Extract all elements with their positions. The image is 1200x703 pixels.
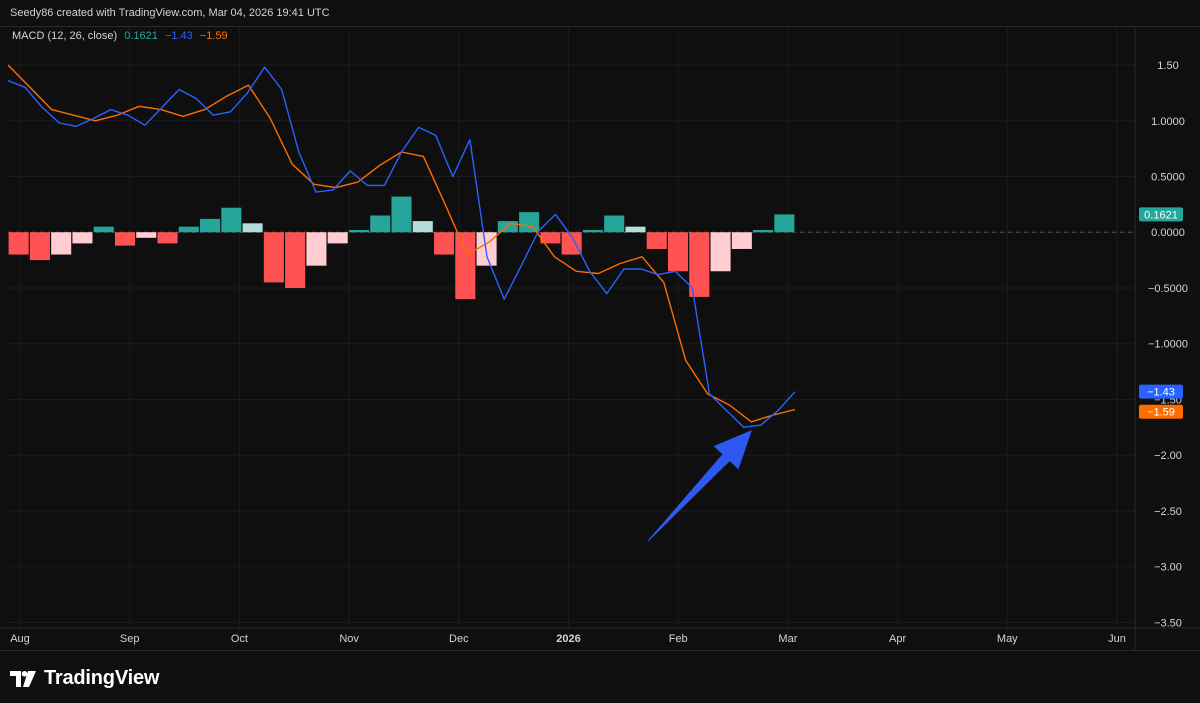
histogram-bar (72, 232, 93, 244)
histogram-bar (731, 232, 752, 249)
indicator-legend[interactable]: MACD (12, 26, close) 0.1621 −1.43 −1.59 (12, 30, 232, 42)
legend-macd-value: −1.43 (164, 30, 193, 42)
x-tick-label: Nov (339, 633, 359, 645)
x-tick-label: 2026 (556, 633, 580, 645)
histogram-bar (157, 232, 178, 244)
histogram-bar (200, 218, 221, 233)
histogram-bar (646, 232, 667, 249)
credit-bar: Seedy86 created with TradingView.com, Ma… (0, 0, 1200, 27)
macd-chart[interactable]: 1.50 1.0000 0.5000 0.0000 −0.5000 −1.0000 −1.5… (0, 26, 1200, 650)
legend-signal-value: −1.59 (199, 30, 228, 42)
histogram-bar (519, 212, 540, 233)
histogram-bar (625, 226, 646, 233)
x-tick-label: Dec (449, 633, 469, 645)
histogram-bar (604, 215, 625, 233)
tradingview-logo-icon (10, 670, 36, 687)
histogram-bar (370, 215, 391, 233)
histogram-bar (242, 223, 263, 233)
x-tick-label: Jun (1108, 633, 1126, 645)
histogram-bar (29, 232, 50, 261)
annotation-arrow-icon (647, 430, 752, 542)
tradingview-logo[interactable]: TradingView (10, 667, 159, 690)
histogram-bar (391, 196, 412, 233)
y-tick-label: −2.50 (1154, 506, 1182, 518)
histogram-bar (285, 232, 306, 288)
histogram-bar (221, 207, 242, 233)
histogram-bar (114, 232, 136, 246)
x-tick-label: Mar (778, 633, 797, 645)
x-tick-label: Oct (231, 633, 248, 645)
x-tick-label: Apr (889, 633, 906, 645)
y-tick-label: −2.00 (1154, 450, 1182, 462)
y-tick-label: −1.0000 (1148, 339, 1188, 351)
histogram-bar (455, 232, 476, 300)
x-tick-label: Sep (120, 633, 140, 645)
histogram-bar (753, 230, 774, 233)
macd-last-label: −1.43 (1147, 387, 1175, 399)
histogram-bar (263, 232, 284, 283)
x-tick-label: May (997, 633, 1018, 645)
histogram-bar (51, 232, 72, 255)
histogram-bar (710, 232, 731, 272)
footer: TradingView (0, 650, 1200, 703)
y-tick-label: −3.00 (1154, 562, 1182, 574)
y-tick-label: 0.0000 (1151, 227, 1185, 239)
histogram-bar (8, 232, 29, 255)
signal-last-label: −1.59 (1147, 407, 1175, 419)
histogram-bar (476, 232, 497, 266)
histogram-bar (667, 232, 689, 272)
histogram-bar (582, 230, 603, 233)
tradingview-logo-text: TradingView (44, 667, 160, 689)
histogram-bar (327, 232, 348, 244)
credit-text: Seedy86 created with TradingView.com, Ma… (10, 7, 330, 19)
legend-histogram-value: 0.1621 (124, 30, 158, 42)
legend-title: MACD (12, 26, close) (12, 30, 118, 42)
y-tick-label: 1.0000 (1151, 116, 1185, 128)
histogram-bar (178, 226, 199, 233)
histogram-bar (93, 226, 114, 233)
y-tick-label: 1.50 (1157, 60, 1178, 72)
histogram-bar (136, 232, 157, 238)
y-tick-label: −0.5000 (1148, 283, 1188, 295)
y-tick-label: 0.5000 (1151, 172, 1185, 184)
x-tick-label: Feb (669, 633, 688, 645)
histogram-bar (412, 221, 433, 233)
histogram-bar (774, 214, 795, 233)
histogram-bar (306, 232, 327, 266)
histogram-bar (434, 232, 455, 255)
histogram-bar (348, 230, 369, 233)
x-tick-label: Aug (10, 633, 30, 645)
histogram-last-label: 0.1621 (1144, 209, 1178, 221)
